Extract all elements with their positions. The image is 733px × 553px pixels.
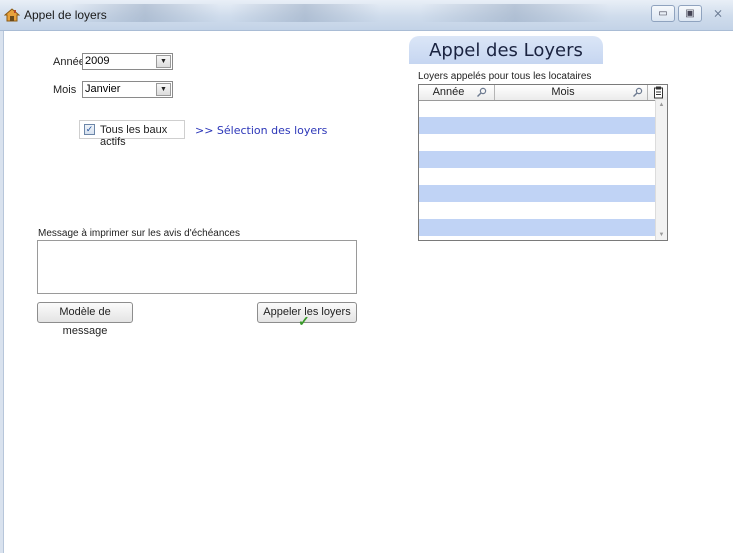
grid-vertical-scrollbar[interactable]: ▲ ▼ [655, 100, 667, 240]
grid-header: Année Mois [419, 85, 667, 101]
house-icon [4, 8, 20, 22]
table-row[interactable] [419, 151, 656, 168]
table-row[interactable] [419, 202, 656, 219]
column-header-annee[interactable]: Année [419, 85, 495, 100]
tous-baux-checkbox[interactable]: ✓ Tous les baux actifs [79, 120, 185, 148]
checkmark-icon: ✓ [298, 313, 310, 329]
table-row[interactable] [419, 100, 656, 117]
chevron-down-icon[interactable]: ▼ [156, 55, 171, 68]
table-row[interactable] [419, 219, 656, 236]
mois-value: Janvier [85, 83, 121, 95]
maximize-button[interactable]: ▣ [678, 5, 702, 22]
panel-header: Appel des Loyers [409, 36, 603, 64]
table-row[interactable] [419, 168, 656, 185]
close-button[interactable]: ⨯ [708, 5, 728, 22]
selection-loyers-link[interactable]: >> Sélection des loyers [195, 124, 327, 137]
panel-title: Appel des Loyers [429, 40, 583, 61]
close-icon: ⨯ [712, 6, 724, 20]
annee-select[interactable]: 2009 ▼ [82, 53, 173, 70]
column-header-label: Mois [551, 86, 575, 98]
chevron-down-icon[interactable]: ▼ [156, 83, 171, 96]
mois-select[interactable]: Janvier ▼ [82, 81, 173, 98]
search-icon[interactable] [476, 87, 487, 98]
minimize-button[interactable]: ▭ [651, 5, 675, 22]
tous-baux-label: Tous les baux actifs [100, 124, 168, 148]
scroll-down-icon[interactable]: ▼ [656, 232, 667, 238]
loyers-grid[interactable]: Année Mois ▲ ▼ [418, 84, 668, 241]
message-textarea[interactable] [37, 240, 357, 294]
modele-message-button[interactable]: Modèle de message [37, 302, 133, 337]
title-bar: Appel de loyers ▭ ▣ ⨯ [0, 0, 733, 31]
grid-caption: Loyers appelés pour tous les locataires [418, 71, 592, 82]
maximize-icon: ▣ [685, 8, 695, 19]
title-bar-blur [230, 4, 380, 22]
column-header-mois[interactable]: Mois [495, 85, 648, 100]
table-row[interactable] [419, 185, 656, 202]
annee-label: Année [53, 56, 85, 68]
title-bar-blur [420, 4, 610, 22]
clipboard-icon[interactable] [653, 86, 664, 99]
column-header-label: Année [432, 86, 465, 98]
window-title: Appel de loyers [24, 8, 107, 22]
window-left-border [0, 31, 4, 553]
minimize-icon: ▭ [658, 8, 668, 19]
mois-label: Mois [53, 84, 77, 96]
checkbox-checked-icon[interactable]: ✓ [84, 124, 95, 135]
table-row[interactable] [419, 117, 656, 134]
scroll-up-icon[interactable]: ▲ [656, 102, 667, 108]
search-icon[interactable] [632, 87, 643, 98]
table-row[interactable] [419, 134, 656, 151]
message-label: Message à imprimer sur les avis d'échéan… [38, 228, 240, 239]
annee-value: 2009 [85, 55, 110, 67]
